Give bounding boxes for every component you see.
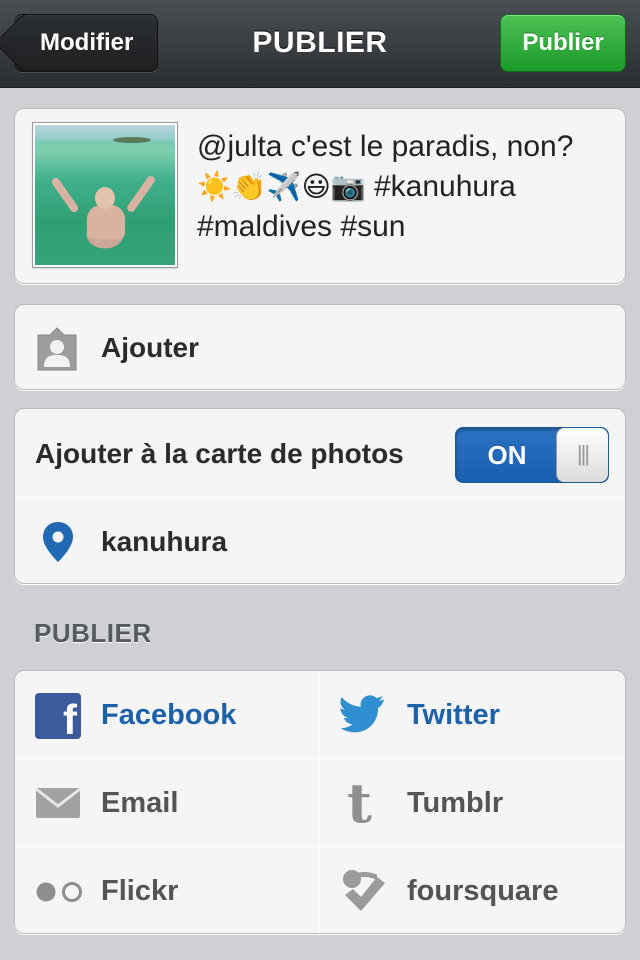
share-services-card: f Facebook Twitter Email t Tumblr Flickr <box>14 670 626 934</box>
share-flickr-label: Flickr <box>101 875 179 907</box>
caption-text-field[interactable]: @julta c'est le paradis, non? ☀️👏✈️😃📷 #k… <box>197 127 611 247</box>
caption-hashtag: #kanuhura <box>365 170 516 203</box>
location-label: kanuhura <box>101 526 228 557</box>
tag-people-label: Ajouter <box>101 332 199 363</box>
share-facebook-label: Facebook <box>101 699 237 731</box>
share-tumblr-label: Tumblr <box>407 787 504 819</box>
caption-line-3: #maldives #sun <box>197 210 406 243</box>
share-foursquare[interactable]: foursquare <box>321 847 626 935</box>
share-tumblr[interactable]: t Tumblr <box>321 759 626 847</box>
foursquare-icon <box>343 870 385 911</box>
share-email-label: Email <box>101 787 179 819</box>
share-twitter[interactable]: Twitter <box>321 671 626 759</box>
share-foursquare-label: foursquare <box>407 875 559 907</box>
location-row[interactable]: kanuhura <box>15 499 627 585</box>
back-button[interactable]: Modifier <box>14 14 158 72</box>
photo-map-label: Ajouter à la carte de photos <box>35 438 404 469</box>
divider <box>15 497 625 498</box>
photo-thumbnail <box>33 123 177 267</box>
photo-map-card: Ajouter à la carte de photos ON ||| kanu… <box>14 408 626 584</box>
publish-button[interactable]: Publier <box>500 14 626 72</box>
share-facebook[interactable]: f Facebook <box>15 671 320 759</box>
flickr-icon <box>36 882 82 902</box>
toggle-knob: ||| <box>556 428 608 482</box>
tag-people-row[interactable]: Ajouter <box>14 304 626 390</box>
person-tag-icon <box>37 327 77 371</box>
photo-map-toggle[interactable]: ON ||| <box>455 427 609 483</box>
caption-line-1: @julta c'est le paradis, non? <box>197 130 574 163</box>
tumblr-icon: t <box>347 771 372 835</box>
back-button-label: Modifier <box>40 29 134 56</box>
caption-line-2: ☀️👏✈️😃📷 #kanuhura <box>197 167 611 207</box>
location-pin-icon <box>43 522 73 562</box>
share-section-header: PUBLIER <box>34 618 152 648</box>
twitter-icon <box>340 695 385 733</box>
toggle-state-label: ON <box>487 440 527 470</box>
email-icon <box>35 787 81 818</box>
share-flickr[interactable]: Flickr <box>15 847 320 935</box>
caption-emojis: ☀️👏✈️😃📷 <box>197 170 366 203</box>
share-email[interactable]: Email <box>15 759 320 847</box>
facebook-icon: f <box>35 693 81 739</box>
share-twitter-label: Twitter <box>407 699 500 731</box>
nav-bar: PUBLIER Modifier Publier <box>0 0 640 88</box>
caption-card: @julta c'est le paradis, non? ☀️👏✈️😃📷 #k… <box>14 108 626 284</box>
